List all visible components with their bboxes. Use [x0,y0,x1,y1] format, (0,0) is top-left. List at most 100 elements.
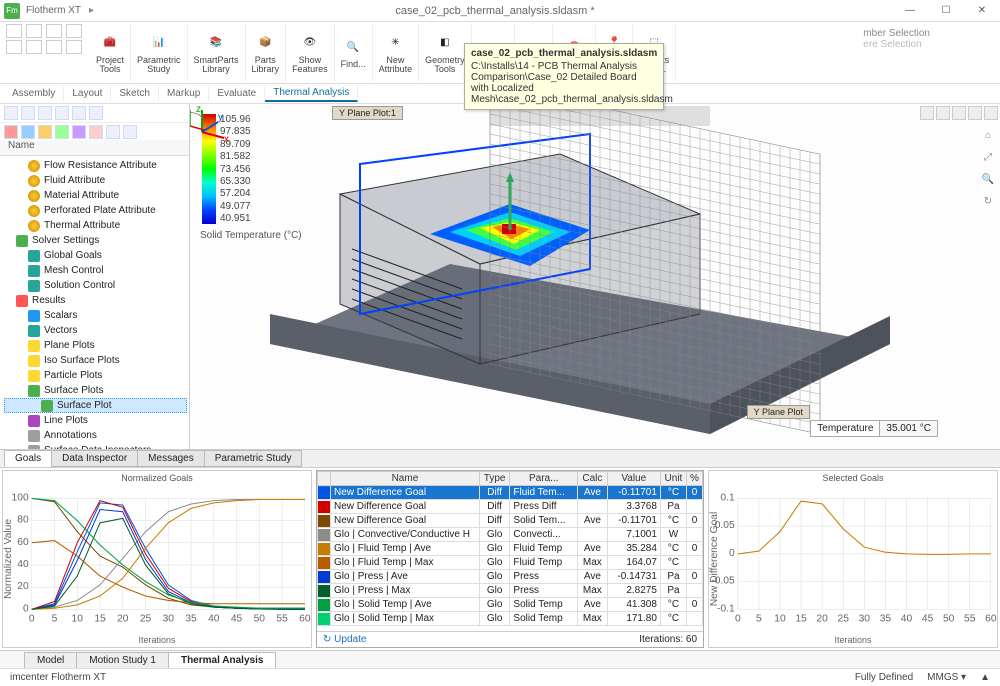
redo-icon[interactable] [26,40,42,54]
tree-item-perforated-plate-attribute[interactable]: Perforated Plate Attribute [4,203,187,218]
tab-sketch[interactable]: Sketch [111,86,159,101]
options-icon[interactable] [66,40,82,54]
tree-item-vectors[interactable]: Vectors [4,323,187,338]
tree-tool-icon[interactable] [38,106,52,120]
table-row[interactable]: New Difference GoalDiffFluid Tem...Ave-0… [318,486,703,500]
tree-filter-icon[interactable] [106,125,120,139]
table-header[interactable]: Value [607,472,660,486]
table-row[interactable]: New Difference GoalDiffPress Diff3.3768P… [318,500,703,514]
tree-item-global-goals[interactable]: Global Goals [4,248,187,263]
bottom-tab-model[interactable]: Model [24,652,77,668]
table-header[interactable]: Name [331,472,480,486]
bottom-tab-motion-study-1[interactable]: Motion Study 1 [76,652,169,668]
tree-item-line-plots[interactable]: Line Plots [4,413,187,428]
tree-item-surface-plots[interactable]: Surface Plots [4,383,187,398]
tree-item-surface-data-inspectors[interactable]: Surface Data Inspectors [4,443,187,449]
tree-filter-icon[interactable] [72,125,86,139]
tree-item-plane-plots[interactable]: Plane Plots [4,338,187,353]
table-header[interactable]: % [687,472,703,486]
tree-item-label: Solution Control [44,280,115,291]
tree-item-label: Fluid Attribute [44,175,105,186]
tab-layout[interactable]: Layout [64,86,111,101]
tree-item-particle-plots[interactable]: Particle Plots [4,368,187,383]
ribbon-new-attribute[interactable]: ✳NewAttribute [373,24,420,81]
update-button[interactable]: ↻ Update [323,634,366,645]
tree-item-annotations[interactable]: Annotations [4,428,187,443]
window-close-button[interactable]: ✕ [968,5,996,16]
tree-filter-icon[interactable] [38,125,52,139]
tree-tool-icon[interactable] [55,106,69,120]
tree-item-thermal-attribute[interactable]: Thermal Attribute [4,218,187,233]
table-row[interactable]: Glo | Press | MaxGloPressMax2.8275Pa [318,584,703,598]
normalized-goals-plot[interactable]: Normalized Goals 05101520253035404550556… [2,470,312,648]
ribbon-project-tools[interactable]: 🧰ProjectTools [90,24,131,81]
dock-tab-parametric-study[interactable]: Parametric Study [204,450,303,467]
legend-tick: 73.456 [220,164,251,175]
tab-thermal-analysis[interactable]: Thermal Analysis [265,85,358,102]
ribbon-parts-library[interactable]: 📦PartsLibrary [246,24,287,81]
selected-goals-plot[interactable]: Selected Goals 051015202530354045505560-… [708,470,998,648]
feature-tree[interactable]: Flow Resistance Attribute Fluid Attribute… [0,156,189,449]
table-header[interactable]: Type [479,472,510,486]
bottom-tab-thermal-analysis[interactable]: Thermal Analysis [168,652,276,668]
save-icon[interactable] [46,24,62,38]
tree-filter-icon[interactable] [55,125,69,139]
undo-icon[interactable] [6,40,22,54]
row-color-swatch [318,571,330,583]
tree-item-fluid-attribute[interactable]: Fluid Attribute [4,173,187,188]
tree-item-scalars[interactable]: Scalars [4,308,187,323]
table-row[interactable]: New Difference GoalDiffSolid Tem...Ave-0… [318,514,703,528]
tree-filter-icon[interactable] [123,125,137,139]
tree-item-icon [28,370,40,382]
table-header[interactable]: Calc [578,472,608,486]
tree-item-results[interactable]: Results [4,293,187,308]
cut-plane-label[interactable]: Y Plane Plot:1 [332,106,403,120]
tree-item-material-attribute[interactable]: Material Attribute [4,188,187,203]
3d-viewport[interactable]: ⌂ ⤢ 🔍 ↻ [190,104,1000,449]
table-row[interactable]: Glo | Fluid Temp | MaxGloFluid TempMax16… [318,556,703,570]
svg-text:60: 60 [985,614,997,625]
table-header[interactable]: Para... [510,472,578,486]
tree-item-iso-surface-plots[interactable]: Iso Surface Plots [4,353,187,368]
table-header[interactable] [318,472,331,486]
tree-tool-icon[interactable] [4,106,18,120]
goals-table[interactable]: NameTypePara...CalcValueUnit%New Differe… [316,470,704,648]
tree-tool-icon[interactable] [89,106,103,120]
new-file-icon[interactable] [6,24,22,38]
tree-filter-icon[interactable] [4,125,18,139]
tree-item-solution-control[interactable]: Solution Control [4,278,187,293]
table-row[interactable]: Glo | Solid Temp | AveGloSolid TempAve41… [318,598,703,612]
dock-tab-messages[interactable]: Messages [137,450,205,467]
open-file-icon[interactable] [26,24,42,38]
table-header[interactable]: Unit [660,472,686,486]
tab-assembly[interactable]: Assembly [4,86,64,101]
tree-tool-icon[interactable] [72,106,86,120]
ribbon-find[interactable]: 🔍Find... [335,24,373,81]
ribbon-parametric-study[interactable]: 📊ParametricStudy [131,24,188,81]
dock-tab-data-inspector[interactable]: Data Inspector [51,450,138,467]
ribbon-show-features[interactable]: 👁ShowFeatures [286,24,335,81]
dock-tab-goals[interactable]: Goals [4,450,52,467]
window-minimize-button[interactable]: — [896,5,924,16]
tree-item-flow-resistance-attribute[interactable]: Flow Resistance Attribute [4,158,187,173]
tab-markup[interactable]: Markup [159,86,209,101]
tree-item-mesh-control[interactable]: Mesh Control [4,263,187,278]
tree-filter-icon[interactable] [21,125,35,139]
table-row[interactable]: Glo | Press | AveGloPressAve-0.14731Pa0 [318,570,703,584]
table-row[interactable]: Glo | Fluid Temp | AveGloFluid TempAve35… [318,542,703,556]
tab-evaluate[interactable]: Evaluate [209,86,265,101]
print-icon[interactable] [66,24,82,38]
table-row[interactable]: Glo | Solid Temp | MaxGloSolid TempMax17… [318,612,703,626]
status-units[interactable]: MMGS ▾ [927,672,966,683]
table-row[interactable]: Glo | Convective/Conductive HGloConvecti… [318,528,703,542]
svg-text:45: 45 [231,614,243,625]
tree-filter-icon[interactable] [89,125,103,139]
ribbon-smartparts-library[interactable]: 📚SmartPartsLibrary [188,24,246,81]
status-arrow-icon[interactable]: ▲ [980,672,990,683]
tree-item-surface-plot[interactable]: Surface Plot [4,398,187,413]
tree-item-solver-settings[interactable]: Solver Settings [4,233,187,248]
roll-gizmo-icon[interactable] [190,104,210,134]
window-maximize-button[interactable]: ☐ [932,5,960,16]
tree-tool-icon[interactable] [21,106,35,120]
rebuild-icon[interactable] [46,40,62,54]
